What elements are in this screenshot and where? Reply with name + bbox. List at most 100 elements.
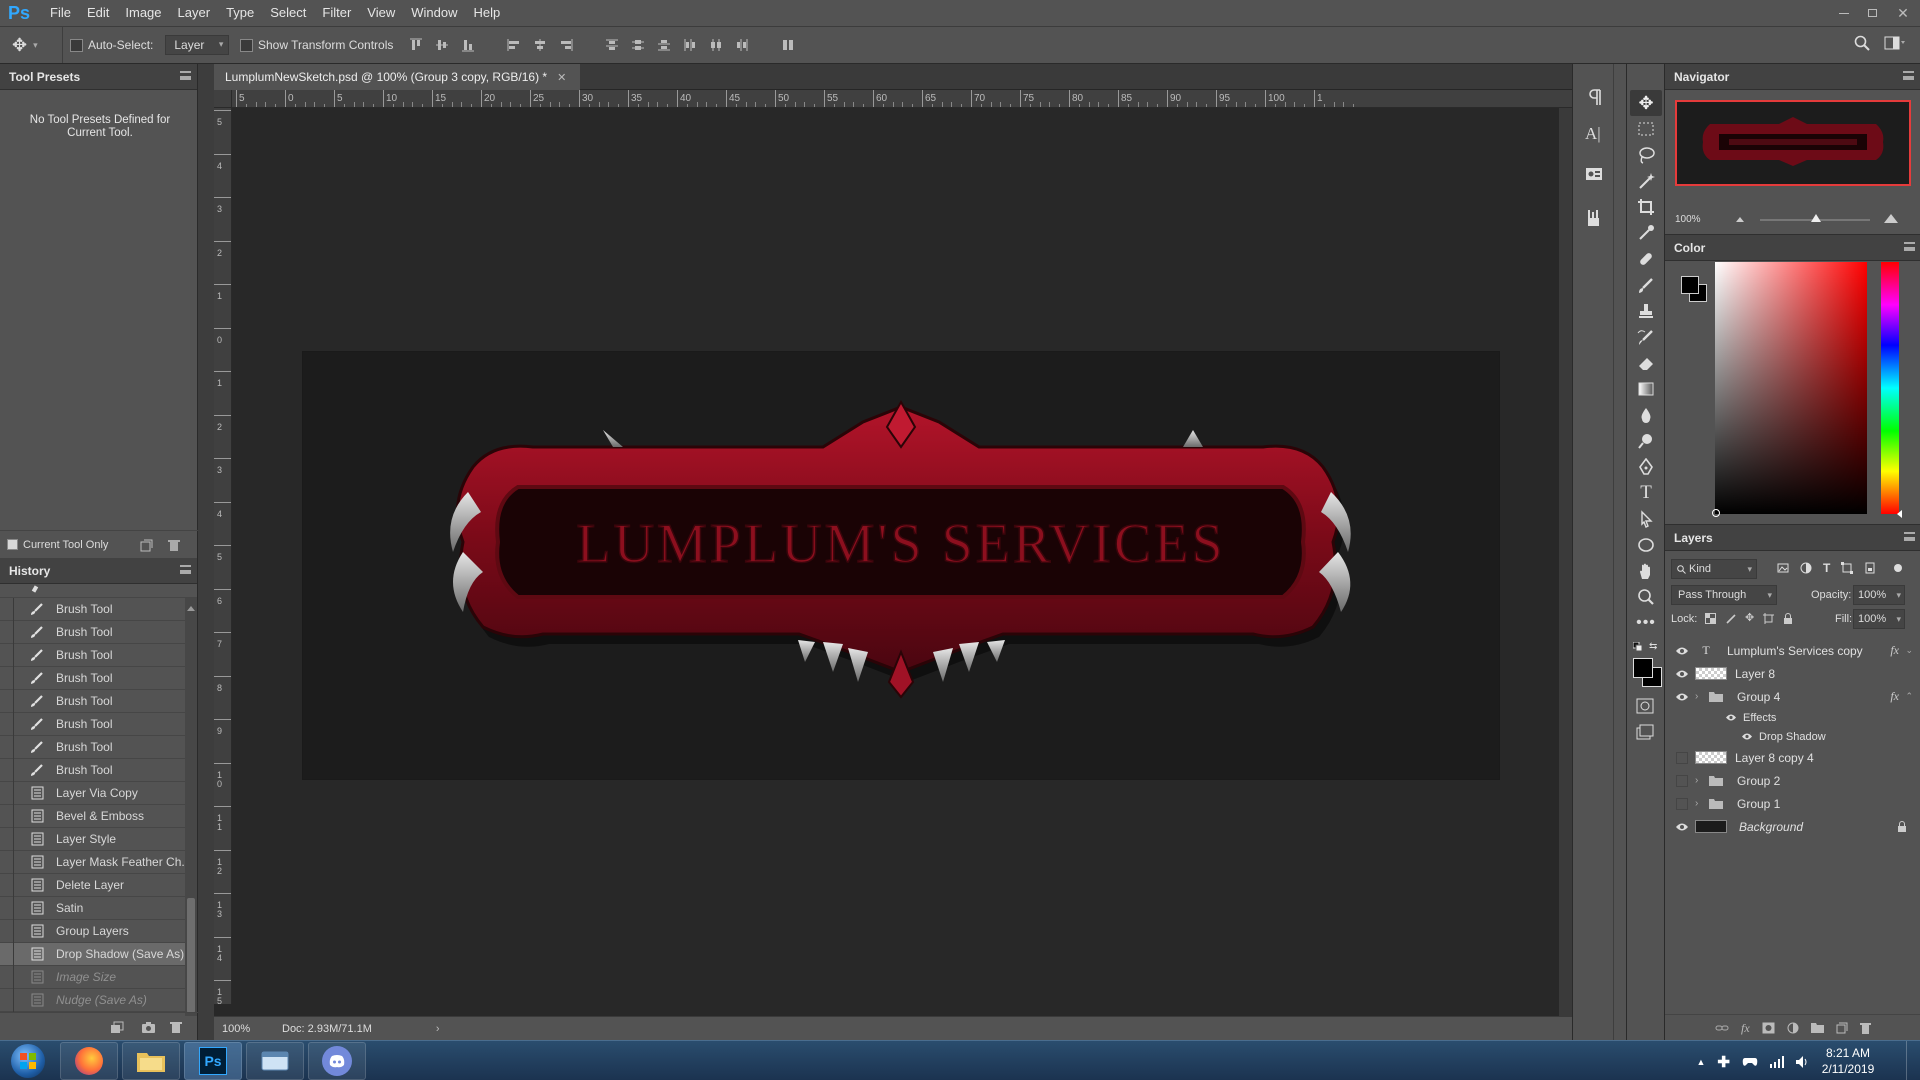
history-snapshot-source[interactable] xyxy=(0,804,14,828)
window-app-button[interactable] xyxy=(246,1042,304,1080)
menu-layer[interactable]: Layer xyxy=(170,0,219,26)
pen-tool-button[interactable] xyxy=(1630,454,1662,480)
history-snapshot-source[interactable] xyxy=(0,781,14,805)
history-item[interactable]: Bevel & Emboss xyxy=(0,804,197,828)
history-item[interactable]: Layer Via Copy xyxy=(0,781,197,805)
history-item[interactable]: Brush Tool xyxy=(0,620,197,644)
history-item[interactable]: Brush Tool xyxy=(0,689,197,713)
auto-select-checkbox[interactable] xyxy=(70,38,83,52)
panel-menu-icon[interactable] xyxy=(180,71,191,80)
smart-object-filter-icon[interactable] xyxy=(1864,562,1876,574)
align-right-icon[interactable] xyxy=(555,34,577,56)
new-document-from-state-icon[interactable] xyxy=(110,1021,124,1034)
swap-colors-icon[interactable]: ⇆ xyxy=(1649,641,1657,652)
ellipse-tool-button[interactable] xyxy=(1630,532,1662,558)
auto-select-dropdown[interactable]: Layer ▾ xyxy=(165,35,230,55)
align-hcenter-icon[interactable] xyxy=(529,34,551,56)
pixel-filter-icon[interactable] xyxy=(1777,562,1789,574)
start-button[interactable] xyxy=(8,1043,48,1079)
adjustment-filter-icon[interactable] xyxy=(1800,562,1812,574)
stamp-tool-button[interactable] xyxy=(1630,298,1662,324)
crop-tool-button[interactable] xyxy=(1630,194,1662,220)
hand-tool-button[interactable] xyxy=(1630,558,1662,584)
history-snapshot-source[interactable] xyxy=(0,643,14,667)
layer-row[interactable]: Drop Shadow xyxy=(1665,727,1920,746)
network-plus-icon[interactable]: ✚ xyxy=(1717,1053,1730,1071)
opacity-field[interactable]: 100% ▾ xyxy=(1853,585,1905,605)
eye-icon[interactable] xyxy=(1741,732,1753,741)
layer-row[interactable]: Layer 8 xyxy=(1665,662,1920,685)
panel-menu-icon[interactable] xyxy=(1904,242,1915,251)
zoom-out-icon[interactable] xyxy=(1735,215,1745,223)
history-snapshot-source[interactable] xyxy=(0,873,14,897)
history-item[interactable]: Brush Tool xyxy=(0,758,197,782)
fill-field[interactable]: 100% ▾ xyxy=(1853,609,1905,629)
history-item[interactable]: Brush Tool xyxy=(0,643,197,667)
history-item[interactable]: Layer Mask Feather Ch... xyxy=(0,850,197,874)
menu-file[interactable]: File xyxy=(42,0,79,26)
scroll-thumb[interactable] xyxy=(187,898,195,1013)
align-top-icon[interactable] xyxy=(405,34,427,56)
history-snapshot-source[interactable] xyxy=(0,942,14,966)
scroll-up-icon[interactable] xyxy=(187,606,195,611)
menu-window[interactable]: Window xyxy=(403,0,465,26)
chevron-right-icon[interactable]: › xyxy=(436,1023,440,1035)
explorer-button[interactable] xyxy=(122,1042,180,1080)
fx-icon[interactable]: fx xyxy=(1741,1022,1750,1034)
default-colors-icon[interactable] xyxy=(1633,642,1643,652)
chevron-down-icon[interactable]: ▾ xyxy=(1896,590,1901,601)
color-field[interactable] xyxy=(1712,262,1867,517)
document-canvas[interactable]: LUMPLUM'S SERVICES xyxy=(303,352,1499,779)
history-snapshot-source[interactable] xyxy=(0,735,14,759)
type-tool-button[interactable]: T xyxy=(1630,480,1662,506)
character-icon[interactable]: A| xyxy=(1585,124,1601,144)
clock[interactable]: 8:21 AM 2/11/2019 xyxy=(1812,1045,1884,1077)
gradient-tool-button[interactable] xyxy=(1630,376,1662,402)
paragraph-icon[interactable] xyxy=(1587,88,1603,106)
eye-hidden-icon[interactable] xyxy=(1675,751,1689,765)
lock-transparent-icon[interactable] xyxy=(1705,613,1716,624)
eye-icon[interactable] xyxy=(1725,713,1737,722)
firefox-button[interactable] xyxy=(60,1042,118,1080)
distribute-right-icon[interactable] xyxy=(731,34,753,56)
filter-toggle-icon[interactable] xyxy=(1894,564,1902,572)
history-item[interactable]: Brush Tool xyxy=(0,597,197,621)
history-item[interactable]: Image Size xyxy=(0,965,197,989)
show-transform-checkbox[interactable] xyxy=(240,38,253,52)
new-group-icon[interactable] xyxy=(1810,1022,1824,1034)
history-snapshot-source[interactable] xyxy=(0,919,14,943)
lock-artboard-icon[interactable] xyxy=(1763,613,1775,624)
search-icon[interactable] xyxy=(1854,35,1870,51)
discord-button[interactable] xyxy=(308,1042,366,1080)
chevron-right-icon[interactable]: › xyxy=(1695,775,1705,786)
vertical-ruler[interactable]: 5 4 3 2 1 0 1 2 3 4 5 6 7 8 9 10 11 12 13 14 15 xyxy=(214,108,232,1004)
adjustments-icon[interactable] xyxy=(1585,208,1603,228)
eraser-tool-button[interactable] xyxy=(1630,350,1662,376)
history-snapshot-source[interactable] xyxy=(0,620,14,644)
trash-icon[interactable] xyxy=(168,539,180,552)
document-tab[interactable]: LumplumNewSketch.psd @ 100% (Group 3 cop… xyxy=(214,64,581,90)
close-icon[interactable]: ✕ xyxy=(1886,0,1920,26)
restore-icon[interactable] xyxy=(1858,0,1886,26)
status-zoom[interactable]: 100% xyxy=(222,1023,270,1035)
panel-menu-icon[interactable] xyxy=(180,565,191,574)
distribute-top-icon[interactable] xyxy=(601,34,623,56)
tray-expand-icon[interactable]: ▲ xyxy=(1697,1057,1706,1067)
foreground-color[interactable] xyxy=(1633,658,1653,678)
chevron-right-icon[interactable]: › xyxy=(1695,798,1705,809)
marquee-tool-button[interactable] xyxy=(1630,116,1662,142)
eye-icon[interactable] xyxy=(1675,820,1689,834)
history-scrollbar[interactable] xyxy=(185,598,197,1016)
history-snapshot-source[interactable] xyxy=(0,896,14,920)
history-item[interactable]: Layer Style xyxy=(0,827,197,851)
eye-hidden-icon[interactable] xyxy=(1675,797,1689,811)
menu-view[interactable]: View xyxy=(359,0,403,26)
type-filter-icon[interactable]: T xyxy=(1823,562,1830,574)
trash-icon[interactable] xyxy=(170,1021,182,1034)
hue-slider-thumb[interactable] xyxy=(1897,510,1902,518)
history-item[interactable]: Group Layers xyxy=(0,919,197,943)
move-tool-icon[interactable]: ✥ xyxy=(12,35,27,56)
distribute-vcenter-icon[interactable] xyxy=(627,34,649,56)
fx-icon[interactable]: fx xyxy=(1890,643,1899,658)
tab-close-icon[interactable]: ✕ xyxy=(557,71,566,84)
